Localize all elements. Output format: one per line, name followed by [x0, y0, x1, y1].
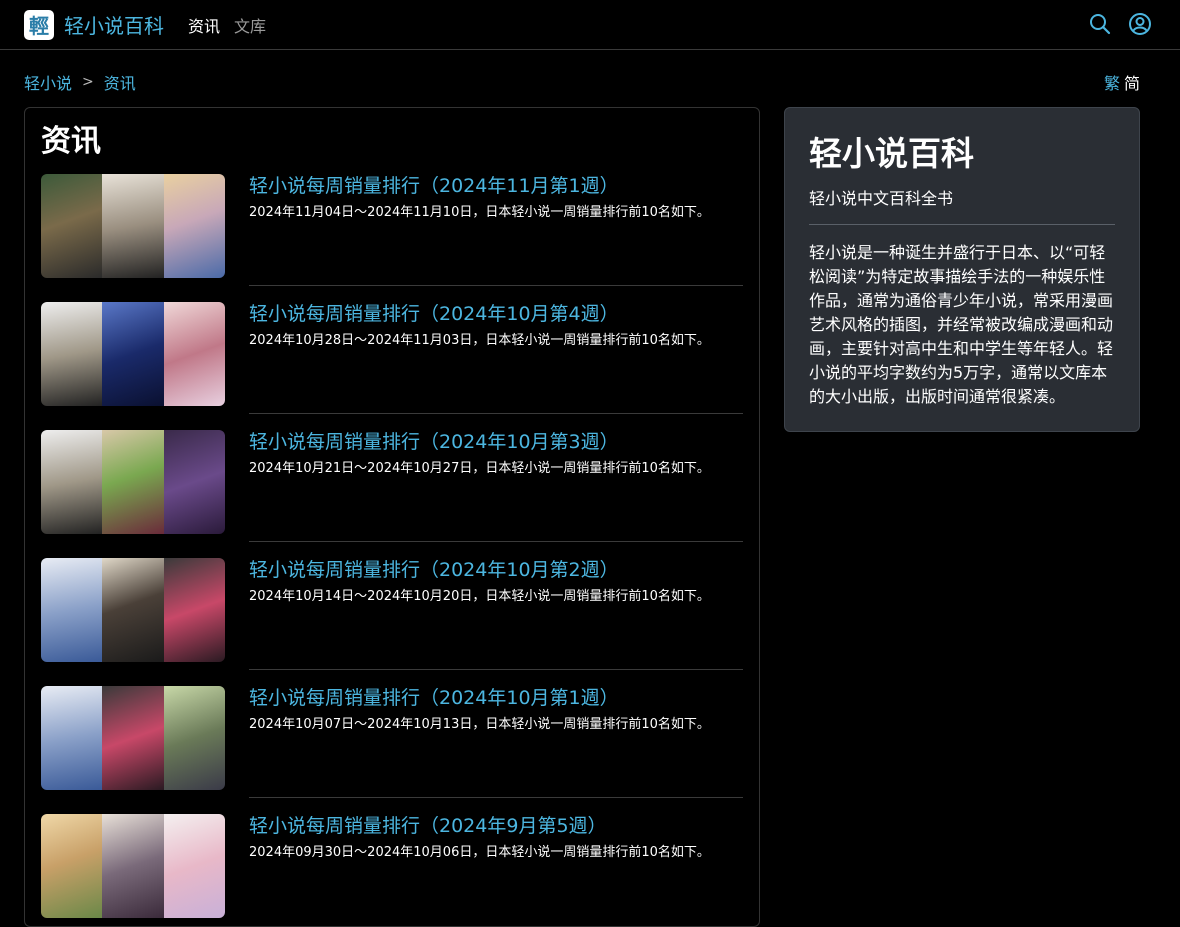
- article-description: 2024年09月30日～2024年10月06日，日本轻小说一周销量排行前10名如…: [249, 845, 710, 860]
- site-logo[interactable]: 輕: [24, 9, 54, 40]
- search-icon[interactable]: [1088, 12, 1112, 36]
- article-thumbnail[interactable]: [41, 430, 225, 534]
- article-description: 2024年10月07日～2024年10月13日，日本轻小说一周销量排行前10名如…: [249, 717, 710, 732]
- article-item: 轻小说每周销量排行（2024年11月第1週） 2024年11月04日～2024年…: [41, 174, 743, 302]
- article-thumbnail[interactable]: [41, 558, 225, 662]
- article-thumbnail[interactable]: [41, 814, 225, 918]
- article-title-link[interactable]: 轻小说每周销量排行（2024年10月第1週）: [249, 686, 743, 710]
- article-divider: [249, 541, 743, 542]
- site-brand-link[interactable]: 轻小说百科: [64, 10, 164, 39]
- article-title-link[interactable]: 轻小说每周销量排行（2024年10月第2週）: [249, 558, 743, 582]
- sidebar-subtitle: 轻小说中文百科全书: [809, 189, 954, 208]
- article-title-link[interactable]: 轻小说每周销量排行（2024年10月第3週）: [249, 430, 743, 454]
- article-divider: [249, 413, 743, 414]
- nav-links: 资讯 文库: [188, 13, 266, 37]
- breadcrumb-item-news[interactable]: 资讯: [104, 70, 136, 94]
- nav-link-library[interactable]: 文库: [234, 13, 266, 37]
- article-description: 2024年11月04日～2024年11月10日，日本轻小说一周销量排行前10名如…: [249, 205, 710, 220]
- article-description: 2024年10月21日～2024年10月27日，日本轻小说一周销量排行前10名如…: [249, 461, 710, 476]
- nav-link-news[interactable]: 资讯: [188, 13, 220, 37]
- sidebar-divider: [809, 224, 1115, 225]
- page-title: 资讯: [41, 124, 101, 159]
- article-title-link[interactable]: 轻小说每周销量排行（2024年9月第5週）: [249, 814, 743, 838]
- article-item: 轻小说每周销量排行（2024年10月第4週） 2024年10月28日～2024年…: [41, 302, 743, 430]
- news-panel: 资讯 轻小说每周销量排行（2024年11月第1週） 2024年11月04日～20…: [24, 107, 760, 927]
- article-item: 轻小说每周销量排行（2024年10月第3週） 2024年10月21日～2024年…: [41, 430, 743, 558]
- sidebar-title: 轻小说百科: [809, 134, 974, 173]
- article-thumbnail[interactable]: [41, 302, 225, 406]
- nav-icons: [1088, 12, 1152, 36]
- breadcrumb-item-home[interactable]: 轻小说: [24, 70, 72, 94]
- article-divider: [249, 669, 743, 670]
- breadcrumb-row: 轻小说 > 资讯 繁 简: [0, 50, 1180, 106]
- article-thumbnail[interactable]: [41, 174, 225, 278]
- lang-simplified-button[interactable]: 简: [1124, 70, 1140, 94]
- about-sidebar: 轻小说百科 轻小说中文百科全书 轻小说是一种诞生并盛行于日本、以“可轻松阅读”为…: [784, 107, 1140, 432]
- article-item: 轻小说每周销量排行（2024年10月第2週） 2024年10月14日～2024年…: [41, 558, 743, 686]
- top-navbar: 輕 轻小说百科 资讯 文库: [0, 0, 1180, 50]
- article-description: 2024年10月14日～2024年10月20日，日本轻小说一周销量排行前10名如…: [249, 589, 710, 604]
- article-title-link[interactable]: 轻小说每周销量排行（2024年11月第1週）: [249, 174, 743, 198]
- breadcrumb-separator: >: [82, 74, 94, 90]
- breadcrumb: 轻小说 > 资讯: [24, 70, 136, 94]
- lang-traditional-button[interactable]: 繁: [1104, 70, 1120, 94]
- article-thumbnail[interactable]: [41, 686, 225, 790]
- article-item: 轻小说每周销量排行（2024年10月第1週） 2024年10月07日～2024年…: [41, 686, 743, 814]
- article-item: 轻小说每周销量排行（2024年9月第5週） 2024年09月30日～2024年1…: [41, 814, 743, 926]
- language-switch: 繁 简: [1104, 70, 1140, 94]
- user-circle-icon[interactable]: [1128, 12, 1152, 36]
- article-title-link[interactable]: 轻小说每周销量排行（2024年10月第4週）: [249, 302, 743, 326]
- article-divider: [249, 285, 743, 286]
- article-description: 2024年10月28日～2024年11月03日，日本轻小说一周销量排行前10名如…: [249, 333, 710, 348]
- article-divider: [249, 797, 743, 798]
- sidebar-description: 轻小说是一种诞生并盛行于日本、以“可轻松阅读”为特定故事描绘手法的一种娱乐性作品…: [809, 243, 1114, 406]
